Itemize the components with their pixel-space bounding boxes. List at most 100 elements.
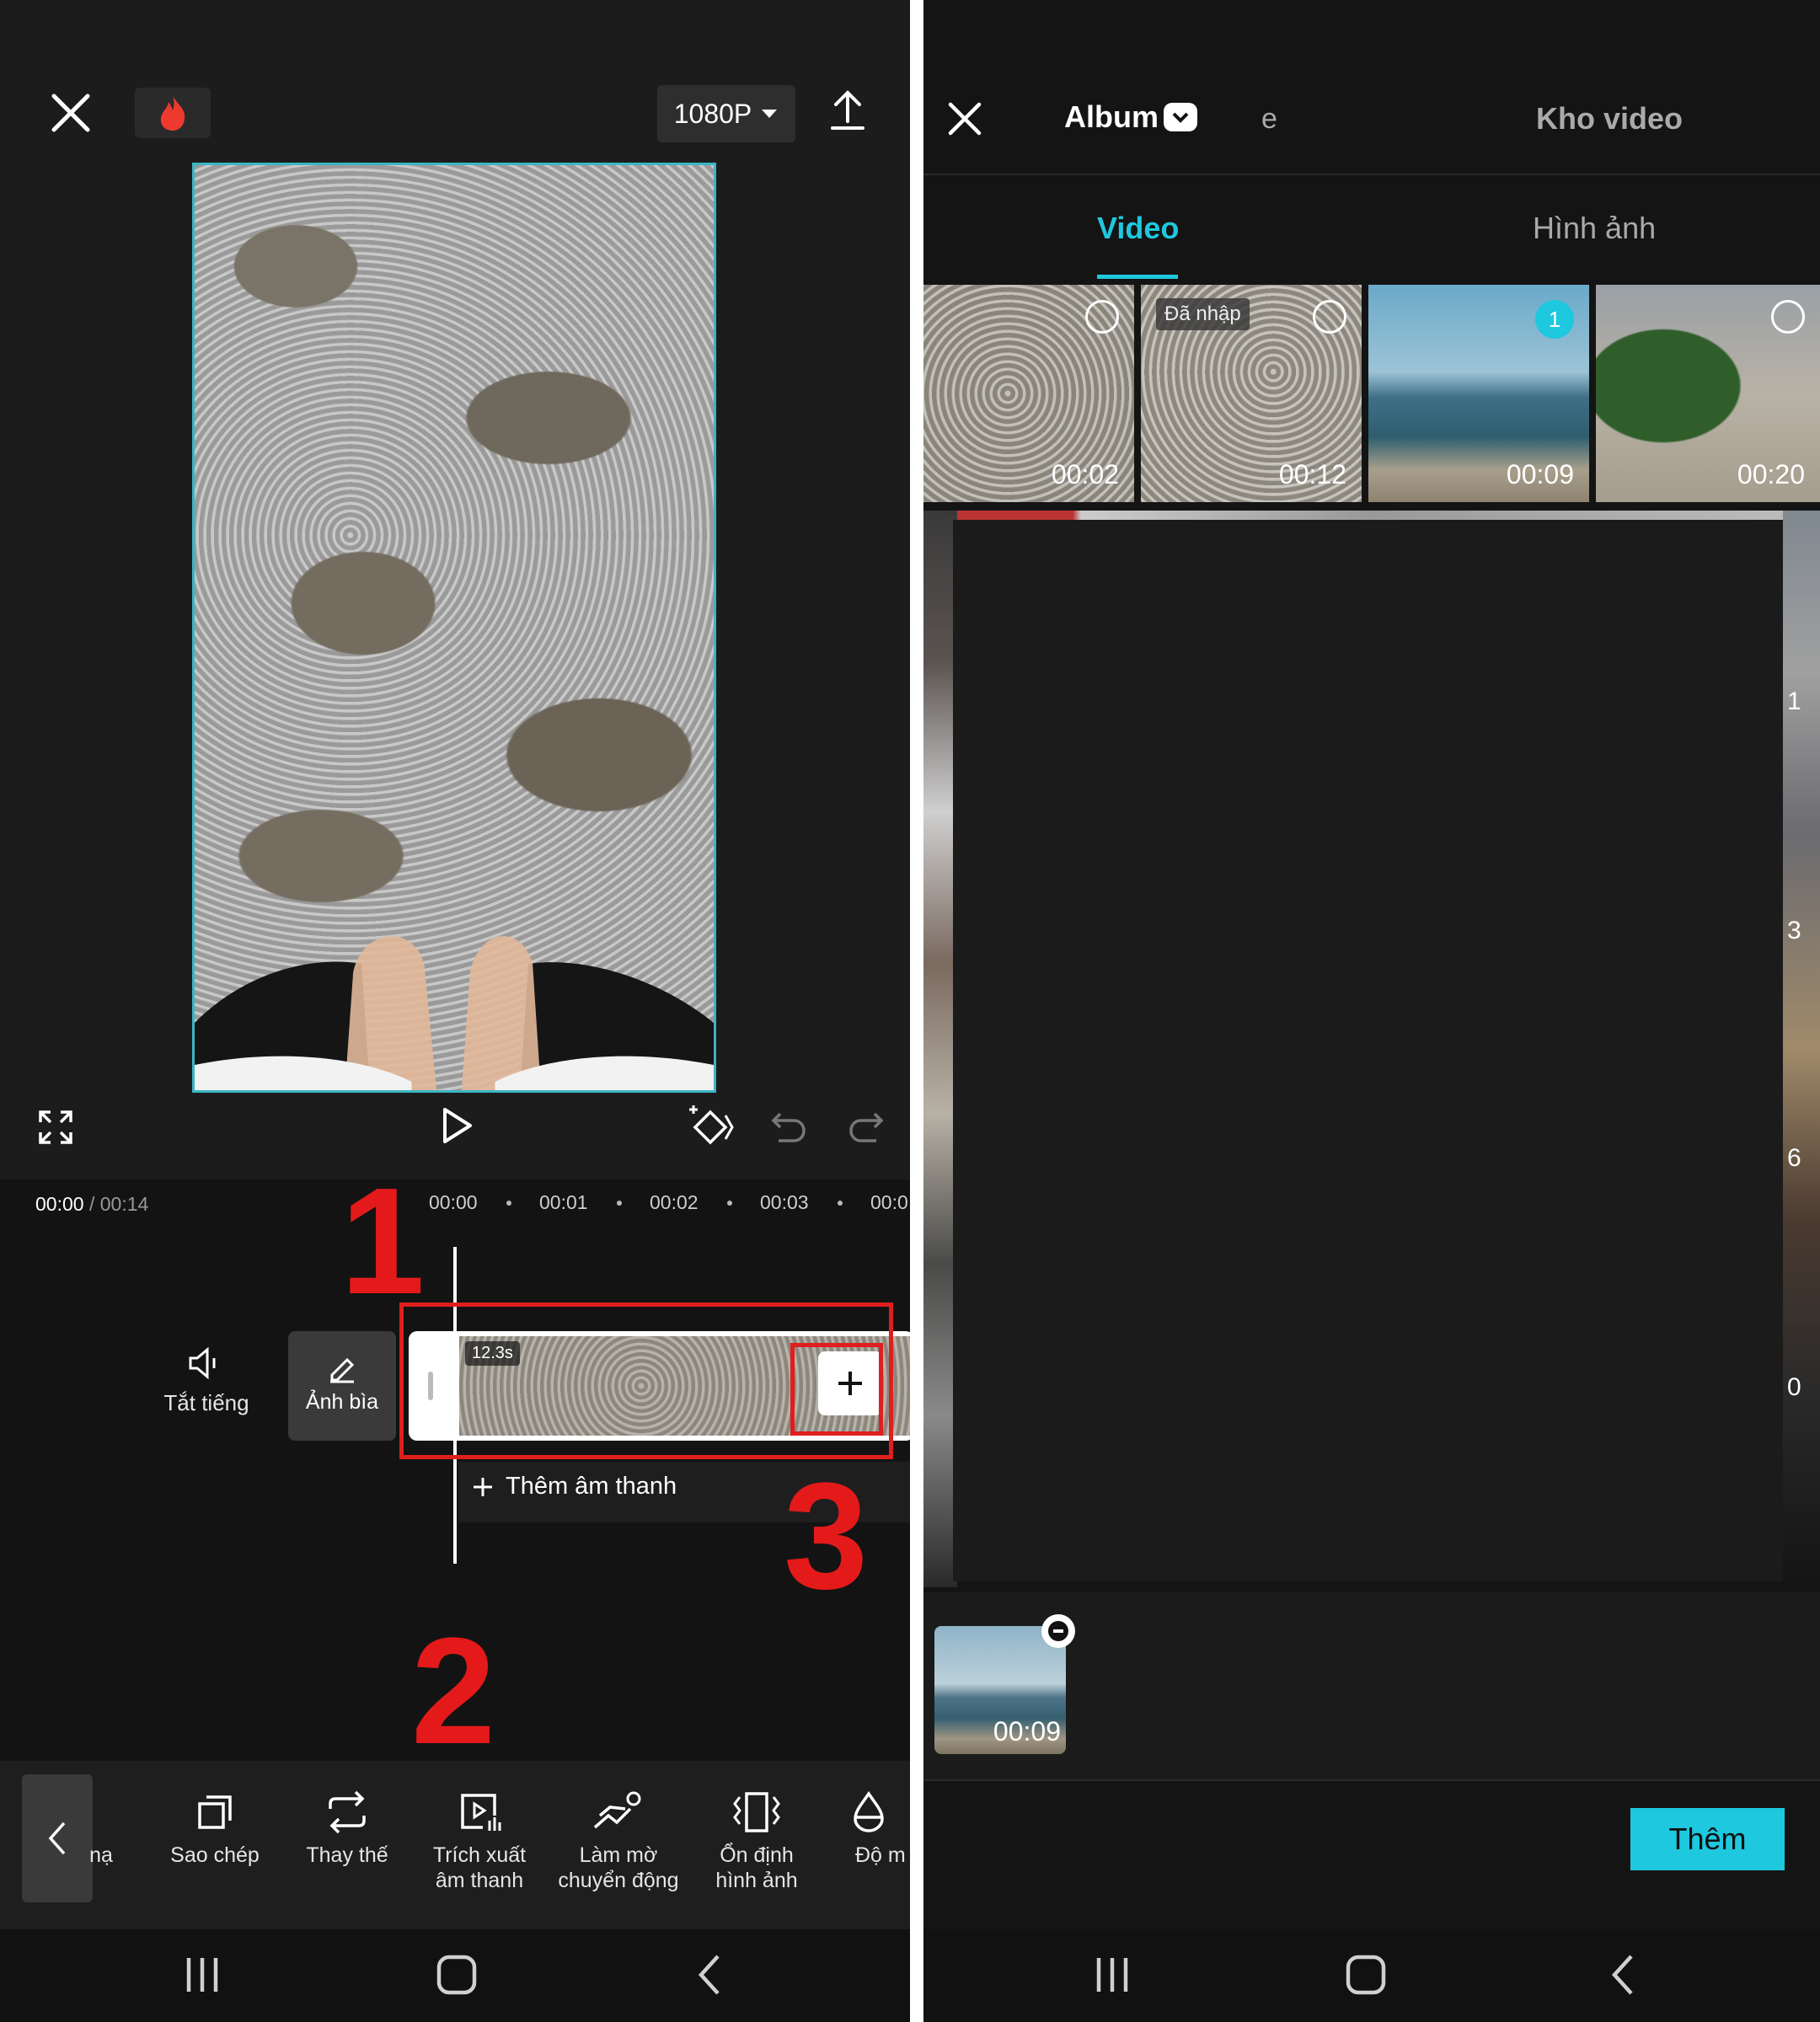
tool-label: Sao chép bbox=[170, 1843, 260, 1867]
select-circle-icon[interactable] bbox=[1313, 300, 1346, 334]
selected-index-badge[interactable]: 1 bbox=[1535, 300, 1574, 339]
selected-clip-duration: 00:09 bbox=[993, 1716, 1061, 1747]
tool-label: Làm mờ bbox=[579, 1843, 658, 1867]
ruler-tick-0: 00:00 bbox=[429, 1191, 478, 1213]
minus-icon bbox=[1048, 1621, 1068, 1641]
tool-motion-blur[interactable]: Làm mờ chuyển động bbox=[551, 1790, 686, 1893]
imported-badge: Đã nhập bbox=[1156, 298, 1250, 330]
tab-partial[interactable]: e bbox=[1261, 103, 1277, 136]
annotation-number-1: 1 bbox=[340, 1157, 426, 1326]
tab-album[interactable]: Album bbox=[1064, 99, 1197, 135]
extract-audio-icon bbox=[461, 1794, 501, 1831]
subtab-indicator bbox=[1097, 275, 1178, 279]
ruler-dot bbox=[727, 1201, 732, 1206]
play-icon[interactable] bbox=[438, 1105, 475, 1150]
annotation-number-3: 3 bbox=[784, 1452, 869, 1621]
chevron-down-icon bbox=[1164, 103, 1197, 131]
select-circle-icon[interactable] bbox=[1771, 300, 1805, 334]
tool-label: Thay thế bbox=[306, 1843, 388, 1867]
tool-duplicate[interactable]: Sao chép bbox=[147, 1790, 282, 1868]
ruler-dot bbox=[506, 1201, 511, 1206]
time-total: 00:14 bbox=[99, 1193, 149, 1215]
add-audio-label: Thêm âm thanh bbox=[506, 1473, 677, 1500]
edge-number: 0 bbox=[1787, 1373, 1801, 1401]
resolution-dropdown[interactable]: 1080P bbox=[657, 85, 795, 142]
thumb-duration: 00:12 bbox=[1278, 459, 1346, 489]
tool-label: hình ảnh bbox=[715, 1869, 798, 1892]
grid-right-edge bbox=[1782, 511, 1820, 1587]
keyframe-icon[interactable] bbox=[687, 1102, 734, 1149]
stabilize-icon bbox=[733, 1792, 780, 1832]
thumb-duration: 00:09 bbox=[1506, 459, 1574, 489]
tool-label: Trích xuất bbox=[432, 1843, 527, 1867]
recents-icon[interactable] bbox=[184, 1955, 221, 1995]
recents-icon[interactable] bbox=[1094, 1955, 1131, 1995]
edge-number: 1 bbox=[1787, 687, 1801, 715]
plus-icon bbox=[474, 1477, 492, 1496]
video-preview bbox=[192, 163, 716, 1093]
thumb-duration: 00:20 bbox=[1737, 459, 1805, 489]
header-divider bbox=[923, 174, 1820, 175]
replace-icon bbox=[329, 1790, 366, 1834]
copy-icon bbox=[198, 1795, 232, 1829]
ruler-tick-3: 00:03 bbox=[760, 1191, 809, 1213]
resolution-label: 1080P bbox=[673, 98, 752, 129]
tool-stabilize[interactable]: Ổn định hình ảnh bbox=[689, 1790, 824, 1893]
caret-down-icon bbox=[762, 110, 778, 118]
annotation-box-3 bbox=[790, 1343, 883, 1436]
edge-number: 6 bbox=[1787, 1144, 1801, 1172]
tool-label: âm thanh bbox=[435, 1869, 524, 1892]
video-editor-panel: 1080P 00:00 / 00:14 00:00 00:01 00:02 00… bbox=[0, 0, 910, 2022]
ruler-tick-1: 00:01 bbox=[539, 1191, 588, 1213]
fullscreen-icon[interactable] bbox=[37, 1109, 74, 1146]
ruler-tick-4: 00:0 bbox=[870, 1191, 908, 1213]
mask-icon bbox=[76, 1790, 126, 1834]
tab-stock-video[interactable]: Kho video bbox=[1536, 101, 1683, 136]
add-button[interactable]: Thêm bbox=[1630, 1808, 1785, 1870]
droplet-icon bbox=[854, 1790, 884, 1832]
cover-label: Ảnh bìa bbox=[305, 1390, 379, 1414]
grid-left-edge bbox=[923, 511, 957, 1587]
tool-opacity[interactable]: Độ m bbox=[822, 1790, 910, 1868]
home-icon[interactable] bbox=[435, 1953, 479, 1997]
close-icon[interactable] bbox=[49, 91, 93, 135]
time-current: 00:00 bbox=[35, 1193, 84, 1215]
selected-clip-thumb[interactable]: 00:09 bbox=[934, 1626, 1066, 1754]
media-thumb[interactable]: 00:20 bbox=[1596, 285, 1820, 502]
motion-blur-icon bbox=[593, 1791, 641, 1829]
remove-clip-button[interactable] bbox=[1041, 1614, 1075, 1648]
time-separator: / bbox=[88, 1193, 95, 1215]
media-thumb[interactable]: Đã nhập 00:12 bbox=[1141, 285, 1362, 502]
media-thumb[interactable]: 00:02 bbox=[923, 285, 1134, 502]
tab-album-label: Album bbox=[1064, 99, 1159, 134]
pro-flame-button[interactable] bbox=[135, 88, 211, 138]
ruler-tick-2: 00:02 bbox=[650, 1191, 699, 1213]
undo-icon[interactable] bbox=[770, 1107, 807, 1144]
tool-replace[interactable]: Thay thế bbox=[280, 1790, 415, 1868]
edge-number: 3 bbox=[1787, 917, 1801, 944]
tray-divider bbox=[923, 1779, 1820, 1781]
tool-label: Độ m bbox=[855, 1843, 906, 1867]
tool-extract-audio[interactable]: Trích xuất âm thanh bbox=[412, 1790, 547, 1893]
add-audio-button[interactable]: Thêm âm thanh bbox=[472, 1473, 677, 1500]
mute-label: Tắt tiếng bbox=[163, 1390, 249, 1415]
tool-label: Ổn định bbox=[720, 1843, 794, 1867]
feet-illustration bbox=[195, 936, 714, 1090]
cover-button[interactable]: Ảnh bìa bbox=[288, 1331, 396, 1441]
ruler-dot bbox=[838, 1201, 843, 1206]
back-icon[interactable] bbox=[1609, 1953, 1636, 1997]
mute-button[interactable]: Tắt tiếng bbox=[152, 1346, 261, 1416]
home-icon[interactable] bbox=[1344, 1953, 1388, 1997]
ruler-dot bbox=[617, 1201, 622, 1206]
redo-icon[interactable] bbox=[848, 1107, 885, 1144]
subtab-image[interactable]: Hình ảnh bbox=[1533, 211, 1656, 246]
back-icon[interactable] bbox=[696, 1953, 723, 1997]
media-thumb-selected[interactable]: 1 00:09 bbox=[1368, 285, 1589, 502]
select-circle-icon[interactable] bbox=[1085, 300, 1119, 334]
thumb-duration: 00:02 bbox=[1051, 459, 1119, 489]
export-icon[interactable] bbox=[829, 88, 866, 131]
tool-label: chuyển động bbox=[558, 1869, 679, 1892]
subtab-video[interactable]: Video bbox=[1097, 211, 1179, 246]
panel-divider bbox=[910, 0, 923, 2022]
close-icon[interactable] bbox=[947, 101, 982, 136]
